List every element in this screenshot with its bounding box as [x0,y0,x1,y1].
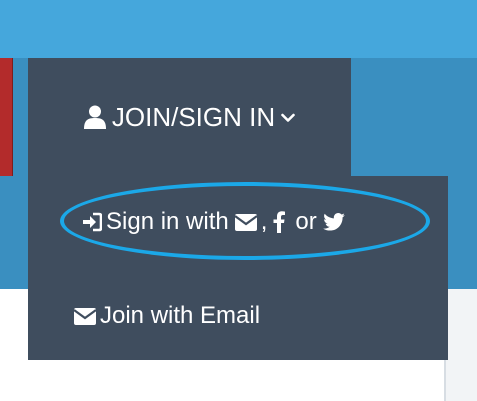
sign-in-with-label: Sign in with [106,208,229,235]
or-label: or [295,208,317,235]
page-content-edge [444,289,477,401]
sign-in-with-option[interactable]: Sign in with , or [28,194,448,250]
user-icon [83,105,106,129]
chevron-down-icon [281,113,295,123]
top-bar [0,0,477,58]
envelope-icon [74,307,96,325]
sign-in-dropdown: Sign in with , or Join with Email [28,176,448,360]
facebook-icon [273,211,286,233]
join-sign-in-menu[interactable]: JOIN/SIGN IN [28,58,351,176]
join-with-email-label: Join with Email [100,302,261,329]
sign-in-icon [82,212,102,232]
envelope-icon [234,213,257,231]
join-with-email-option[interactable]: Join with Email [28,288,448,344]
join-sign-in-label: JOIN/SIGN IN [111,101,276,132]
red-tab-edge [0,58,13,176]
twitter-icon [322,213,345,231]
comma-separator: , [260,208,268,235]
